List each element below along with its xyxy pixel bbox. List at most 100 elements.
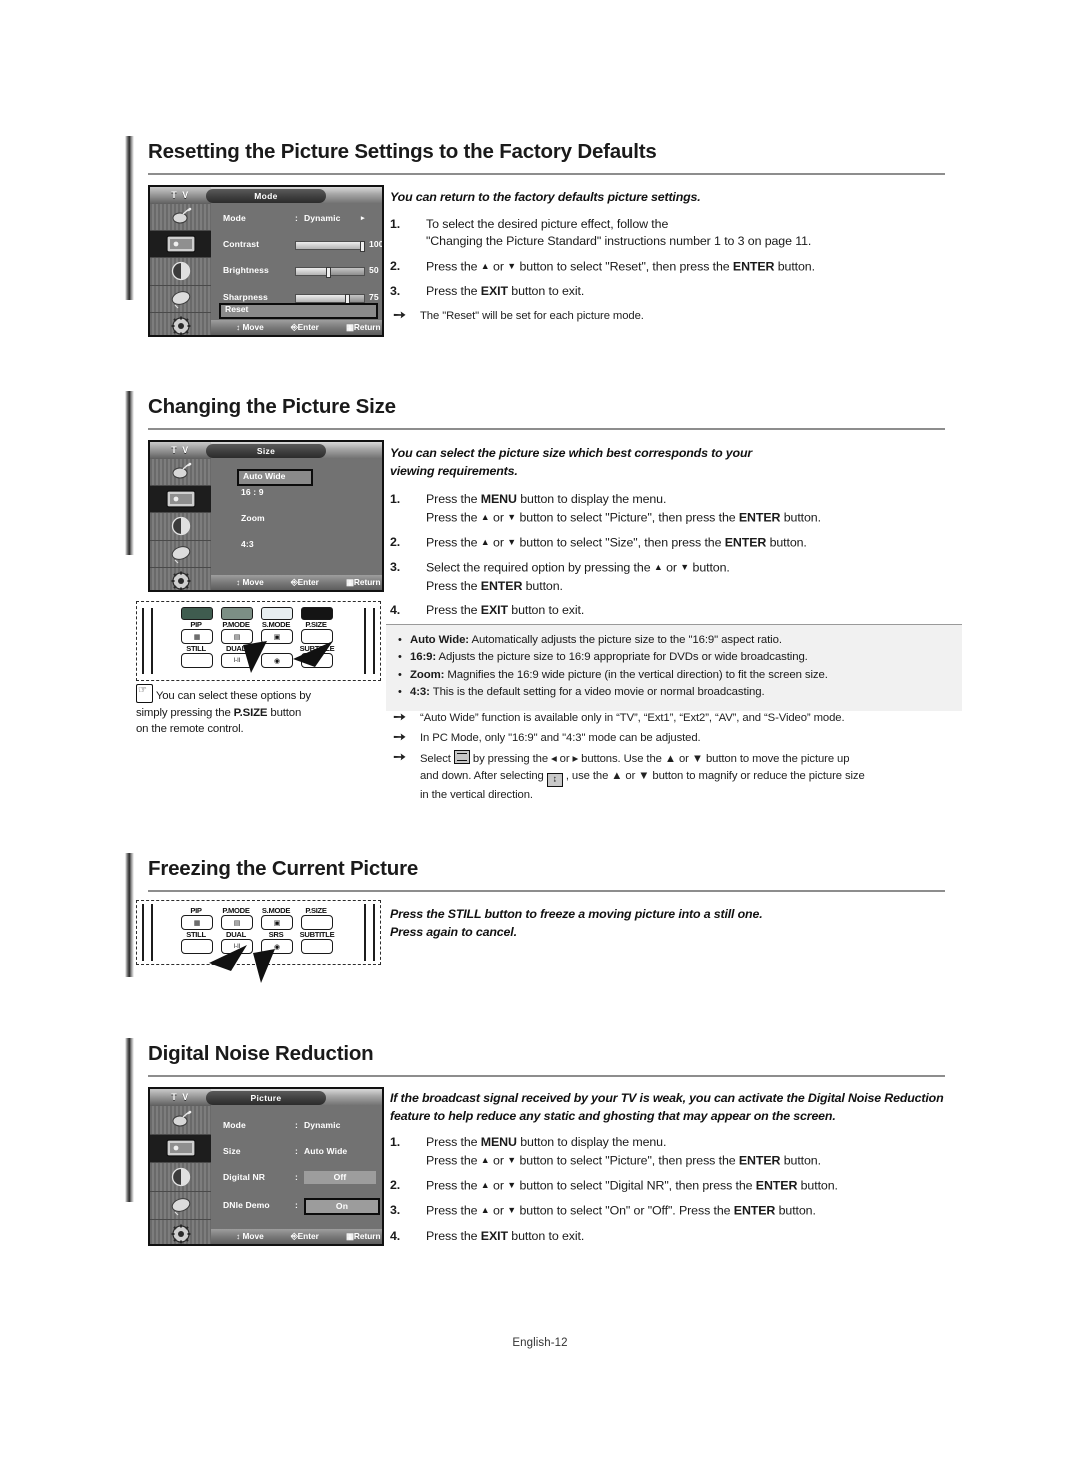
step-item: 2. Press the ▲ or ▼ button to select "Si… (390, 534, 950, 552)
osd-row-mode[interactable]: Mode : Dynamic ▸ (211, 212, 382, 225)
remote-button-pmode[interactable]: ▤ (221, 915, 253, 930)
osd-enter-hint: ⎆Enter (291, 1231, 319, 1241)
osd-footer-hints: ↕ Move ⎆Enter ▦Return (211, 575, 382, 590)
osd-rail-input[interactable] (150, 1106, 211, 1135)
remote-button-smode[interactable]: ▣ (261, 915, 293, 930)
step-number: 2. (390, 259, 401, 274)
osd-rail-picture[interactable] (150, 1134, 211, 1164)
remote-color-button-gray[interactable] (221, 607, 253, 620)
osd-row-sharpness[interactable]: Sharpness 75 (211, 291, 382, 305)
osd-rail-setup[interactable] (150, 568, 211, 590)
note-text: In PC Mode, only "16:9" and "4:3" mode c… (420, 732, 701, 745)
note-item: ➙ Select by pressing the ◂ or ▸ buttons.… (390, 749, 950, 803)
osd-rail-input[interactable] (150, 204, 211, 232)
osd-rail-setup[interactable] (150, 1220, 211, 1244)
section2-notes: ➙ “Auto Wide” function is available only… (390, 709, 950, 807)
pointer-arrow-icon (243, 641, 333, 673)
remote-color-button-black[interactable] (301, 607, 333, 620)
osd-row-colon: : (295, 213, 298, 223)
heading-accent-bar (125, 853, 134, 901)
osd-row-label: Mode (223, 213, 246, 223)
osd-row-label: Size (223, 1146, 241, 1157)
step-item: 4. Press the EXIT button to exit. (390, 1228, 950, 1246)
osd-row-label: Digital NR (223, 1172, 266, 1183)
remote-button-pip[interactable]: ▦ (181, 915, 213, 930)
step-item: 2. Press the ▲ or ▼ button to select "Di… (390, 1177, 950, 1195)
step-line: Press the MENU button to display the men… (426, 1135, 667, 1149)
definition-term: 16:9: (410, 651, 437, 664)
definition-item: • Zoom: Magnifies the 16:9 wide picture … (398, 667, 952, 684)
remote-label-pip: PIP (190, 906, 202, 915)
osd-footer-hints: ↕ Move ⎆Enter ▦Return (211, 1229, 382, 1244)
remote-label-smode: S.MODE (261, 906, 291, 915)
bullet-icon: • (398, 668, 402, 681)
osd-row-brightness[interactable]: Brightness 50 (211, 264, 382, 279)
osd-row-mode[interactable]: Mode : Dynamic (211, 1119, 382, 1132)
remote-color-button-white[interactable] (261, 607, 293, 620)
heading-accent-bar (125, 1038, 134, 1086)
osd-rail-sound[interactable] (150, 258, 211, 286)
step-number: 2. (390, 1178, 401, 1193)
osd-row-reset-selected[interactable]: Reset (219, 303, 378, 319)
intro-line: feature to help reduce any static and gh… (390, 1108, 836, 1123)
definition-text: Magnifies the 16:9 wide picture (in the … (447, 668, 828, 681)
remote-label-pmode: P.MODE (222, 906, 250, 915)
antenna-icon (172, 1110, 191, 1127)
section1-intro: You can return to the factory defaults p… (390, 190, 701, 204)
picture-size-definitions: • Auto Wide: Automatically adjusts the p… (386, 624, 962, 711)
definition-text: Adjusts the picture size to 16:9 appropr… (438, 651, 808, 664)
osd-option-169[interactable]: 16 : 9 (211, 486, 382, 499)
page-footer: English-12 (512, 1337, 568, 1349)
osd-option-zoom[interactable]: Zoom (211, 512, 382, 525)
osd-row-value: Dynamic (304, 1120, 341, 1130)
intro-line: Press the STILL button to freeze a movin… (390, 907, 763, 921)
remote-usage-note: You can select these options by simply p… (136, 683, 386, 738)
osd-row-value: Off (304, 1171, 376, 1185)
moon-icon (171, 545, 190, 564)
step-line: Press the EXIT button to exit. (426, 284, 585, 299)
moon-icon (171, 1197, 190, 1216)
osd-rail-setup[interactable] (150, 313, 211, 335)
side-accent-bar-2 (125, 437, 134, 555)
remote-button-still[interactable] (181, 653, 213, 668)
osd-rail-feature[interactable] (150, 286, 211, 313)
definition-text: Automatically adjusts the picture size t… (471, 634, 782, 646)
osd-option-auto-wide-selected[interactable]: Auto Wide (237, 469, 313, 486)
intro-line: viewing requirements. (390, 463, 518, 478)
osd-option-43[interactable]: 4:3 (211, 538, 382, 551)
osd-option-label: 16 : 9 (241, 487, 264, 497)
section4-intro: If the broadcast signal received by your… (390, 1090, 950, 1125)
remote-color-button-green[interactable] (181, 607, 213, 620)
section3-text: Press the STILL button to freeze a movin… (390, 906, 950, 941)
remote-button-psize[interactable] (301, 915, 333, 930)
osd-row-size[interactable]: Size : Auto Wide (211, 1145, 382, 1158)
osd-row-digital-nr[interactable]: Digital NR : Off (211, 1171, 382, 1185)
osd-rail-input[interactable] (150, 459, 211, 487)
gear-icon (171, 316, 190, 335)
step-number: 3. (390, 1203, 401, 1218)
definition-item: • 16:9: Adjusts the picture size to 16:9… (398, 649, 952, 666)
remote-label-pip: PIP (190, 620, 202, 629)
osd-rail-feature[interactable] (150, 541, 211, 568)
note-text: The "Reset" will be set for each picture… (420, 310, 644, 323)
side-accent-bar-3 (125, 899, 134, 977)
remote-label-psize: P.SIZE (305, 906, 327, 915)
osd-menu-rows: Mode : Dynamic Size : Auto Wide Digital … (211, 1106, 382, 1244)
heading-rule (148, 1075, 945, 1077)
osd-rail-sound[interactable] (150, 1163, 211, 1192)
remote-button-subtitle[interactable] (301, 939, 333, 954)
remote-button-pip[interactable]: ▦ (181, 629, 213, 644)
remote-label-still: STILL (186, 644, 206, 653)
osd-menu-title: Size (206, 443, 326, 458)
osd-rail-sound[interactable] (150, 513, 211, 541)
osd-rail-picture[interactable] (150, 231, 211, 259)
osd-tv-label: T V (150, 442, 211, 459)
picture-icon (165, 490, 196, 508)
step-line: Press the ▲ or ▼ button to select "Reset… (426, 259, 815, 274)
bullet-icon: • (398, 686, 402, 699)
osd-row-contrast[interactable]: Contrast 100 (211, 238, 382, 253)
osd-row-dnie-demo[interactable]: DNIe Demo : On (211, 1197, 382, 1215)
osd-menu-title: Mode (206, 188, 326, 203)
osd-rail-feature[interactable] (150, 1192, 211, 1221)
osd-rail-picture[interactable] (150, 486, 211, 514)
